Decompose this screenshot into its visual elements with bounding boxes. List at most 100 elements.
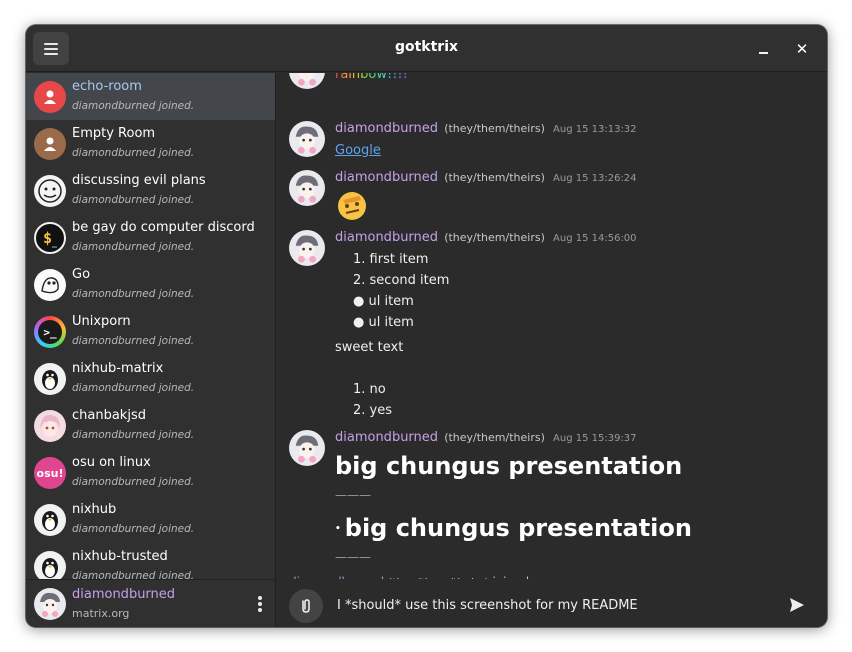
room-item-go[interactable]: Go diamondburned joined. (26, 261, 275, 308)
message-avatar[interactable] (289, 430, 325, 466)
close-icon: ✕ (795, 40, 809, 58)
user-name: diamondburned (72, 587, 176, 602)
room-item-nixhub-matrix[interactable]: nixhub-matrix diamondburned joined. (26, 355, 275, 402)
ordered-list-item: 1. no (353, 382, 386, 397)
message-heading: big chungus presentation (335, 452, 683, 480)
message-timestamp: Aug 15 13:26:24 (553, 173, 637, 184)
room-last-event: diamondburned joined. (72, 100, 195, 112)
app-window: gotktrix ✕ echo-room diamondburned joine… (26, 25, 827, 627)
message-timestamp: Aug 15 15:39:37 (553, 433, 637, 444)
room-last-event: diamondburned joined. (72, 147, 195, 159)
terminal-rainbow-avatar: >_ (34, 316, 66, 348)
close-button[interactable]: ✕ (790, 37, 814, 61)
message-header: diamondburned (they/them/theirs) Aug 15 … (335, 230, 637, 245)
osu-logo-text: osu! (36, 466, 64, 480)
tux-avatar (34, 551, 66, 579)
message-link[interactable]: Google (335, 143, 381, 158)
room-last-event: diamondburned joined. (72, 194, 195, 206)
room-last-event: diamondburned joined. (72, 382, 195, 394)
room-item-be-gay-do-computer[interactable]: $ _ be gay do computer discord diamondbur… (26, 214, 275, 261)
room-name: chanbakjsd (72, 408, 146, 423)
room-item-chanbakjsd[interactable]: chanbakjsd diamondburned joined. (26, 402, 275, 449)
room-item-discussing-evil-plans[interactable]: discussing evil plans diamondburned join… (26, 167, 275, 214)
doodle-avatar (34, 175, 66, 207)
send-button[interactable] (787, 595, 807, 615)
osu-avatar: osu! (34, 457, 66, 489)
message-timestamp: Aug 15 14:56:00 (553, 233, 637, 244)
sender-pronouns: (they/them/theirs) (444, 171, 545, 184)
room-item-empty-room[interactable]: Empty Room diamondburned joined. (26, 120, 275, 167)
bullet-dot-icon: • (335, 524, 341, 534)
paperclip-icon (302, 599, 310, 613)
room-item-nixhub[interactable]: nixhub diamondburned joined. (26, 496, 275, 543)
gopher-avatar (34, 269, 66, 301)
room-name: Empty Room (72, 126, 156, 141)
user-avatar (34, 588, 66, 620)
sidebar: echo-room diamondburned joined. Empty Ro… (26, 73, 276, 627)
app-title: gotktrix (394, 39, 459, 55)
room-name: discussing evil plans (72, 173, 206, 188)
room-item-nixhub-trusted[interactable]: nixhub-trusted diamondburned joined. (26, 543, 275, 579)
red-initial-icon (34, 81, 66, 113)
message-avatar[interactable] (289, 230, 325, 266)
room-item-echo-room[interactable]: echo-room diamondburned joined. (26, 73, 275, 120)
sender-pronouns: (they/them/theirs) (444, 431, 545, 444)
message-composer: I *should* use this screenshot for my RE… (277, 579, 827, 627)
room-last-event: diamondburned joined. (72, 335, 195, 347)
message-timestamp: Aug 15 13:13:32 (553, 124, 637, 135)
sender-name[interactable]: diamondburned (335, 121, 438, 136)
rainbow-text: rainbow!!!! (335, 73, 408, 82)
room-name: nixhub-trusted (72, 549, 168, 564)
brown-person-icon (34, 128, 66, 160)
unordered-list-item: ● ul item (353, 294, 414, 309)
room-last-event: diamondburned joined. (72, 523, 195, 535)
sender-pronouns: (they/them/theirs) (444, 122, 545, 135)
room-last-event: diamondburned joined. (72, 241, 195, 253)
sender-name[interactable]: diamondburned (335, 430, 438, 445)
room-last-event: diamondburned joined. (72, 476, 195, 488)
message-avatar (289, 73, 325, 89)
list-item-text: ul item (368, 315, 414, 330)
header-bar: gotktrix ✕ (26, 25, 827, 72)
current-user-bar[interactable]: diamondburned matrix.org (26, 579, 275, 627)
minimize-icon (758, 52, 768, 54)
ordered-list-item: 2. second item (353, 273, 450, 288)
anime-avatar (34, 410, 66, 442)
room-item-unixporn[interactable]: >_ Unixporn diamondburned joined. (26, 308, 275, 355)
thinking-emoji (335, 190, 369, 222)
room-name: Unixporn (72, 314, 131, 329)
message-header: diamondburned (they/them/theirs) Aug 15 … (335, 430, 637, 445)
room-name: nixhub-matrix (72, 361, 164, 376)
user-server: matrix.org (72, 607, 130, 620)
message-text: sweet text (335, 340, 404, 355)
room-name: nixhub (72, 502, 117, 517)
sender-name[interactable]: diamondburned (335, 170, 438, 185)
message-header: diamondburned (they/them/theirs) Aug 15 … (335, 121, 637, 136)
room-name: osu on linux (72, 455, 151, 470)
tux-avatar (34, 363, 66, 395)
send-icon (790, 598, 804, 612)
sender-name[interactable]: diamondburned (335, 230, 438, 245)
message-avatar[interactable] (289, 121, 325, 157)
dollar-terminal-avatar: $ _ (34, 222, 66, 254)
message-input[interactable]: I *should* use this screenshot for my RE… (337, 598, 638, 613)
room-list[interactable]: echo-room diamondburned joined. Empty Ro… (26, 73, 275, 579)
message-avatar[interactable] (289, 170, 325, 206)
unordered-list-item: ● ul item (353, 315, 414, 330)
message-header: diamondburned (they/them/theirs) Aug 15 … (335, 170, 637, 185)
room-item-osu-on-linux[interactable]: osu! osu on linux diamondburned joined. (26, 449, 275, 496)
room-name: be gay do computer discord (72, 220, 255, 235)
heading-text: big chungus presentation (344, 514, 692, 542)
vertical-dots-icon[interactable] (252, 594, 268, 614)
minimize-button[interactable] (751, 37, 775, 61)
room-last-event: diamondburned joined. (72, 429, 195, 441)
horizontal-rule: ——— (335, 550, 371, 564)
message-view: rainbow!!!! diamondburned (they/them/the… (277, 73, 827, 627)
attach-button[interactable] (289, 589, 323, 623)
room-name: echo-room (72, 79, 142, 94)
ordered-list-item: 2. yes (353, 403, 392, 418)
message-heading: • big chungus presentation (335, 514, 692, 542)
room-last-event: diamondburned joined. (72, 288, 195, 300)
tux-avatar (34, 504, 66, 536)
room-name: Go (72, 267, 91, 282)
